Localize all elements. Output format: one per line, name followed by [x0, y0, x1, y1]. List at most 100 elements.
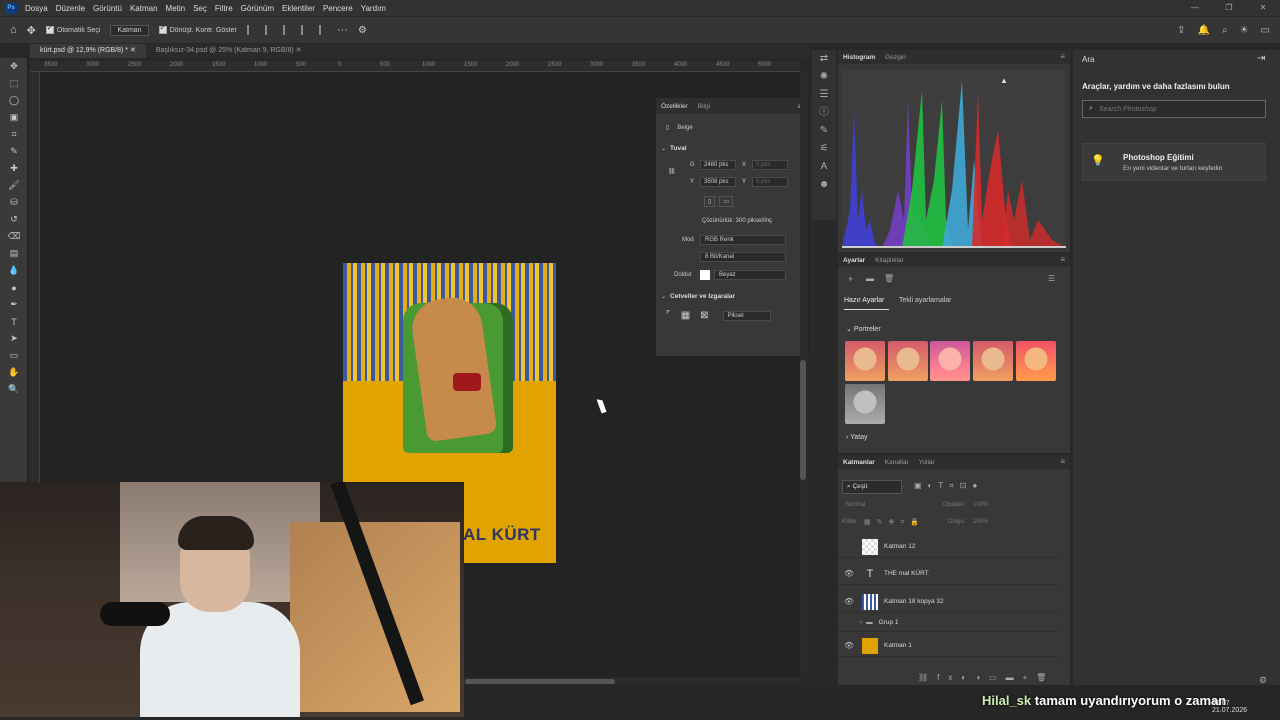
tab-kurt-psd[interactable]: kürt.psd @ 12,9% (RGB/8) * ✕	[30, 44, 146, 58]
menu-dosya[interactable]: Dosya	[25, 4, 48, 13]
menu-duzenle[interactable]: Düzenle	[56, 4, 85, 13]
home-icon[interactable]: ⌂	[10, 24, 17, 36]
height-input[interactable]: 3508 pks	[700, 177, 736, 187]
menu-goruntu[interactable]: Görüntü	[93, 4, 122, 13]
tab-histogram[interactable]: Histogram	[843, 54, 875, 61]
menu-yardim[interactable]: Yardım	[361, 4, 386, 13]
brush-settings-icon[interactable]: ✎	[812, 122, 836, 140]
preset-thumbnail[interactable]	[1016, 341, 1056, 381]
panel-menu-icon[interactable]: ≡	[1060, 457, 1065, 466]
eye-icon[interactable]: 👁	[842, 597, 856, 606]
menu-metin[interactable]: Metin	[166, 4, 186, 13]
move-tool-icon[interactable]: ✥	[0, 58, 28, 75]
show-transform-checkbox[interactable]	[158, 24, 167, 34]
stamp-tool-icon[interactable]: ⛁	[0, 194, 28, 211]
tab-adjustments[interactable]: Ayarlar	[843, 257, 865, 264]
blend-mode-dropdown[interactable]: Normal	[846, 502, 865, 508]
hand-tool-icon[interactable]: ✋	[0, 364, 28, 381]
eye-icon[interactable]: 👁	[842, 569, 856, 578]
learn-card[interactable]: 💡 Photoshop Eğitimi En yeni videolar ve …	[1082, 143, 1266, 181]
dodge-tool-icon[interactable]: ●	[0, 279, 28, 296]
gradient-tool-icon[interactable]: ▤	[0, 245, 28, 262]
menu-eklentiler[interactable]: Eklentiler	[282, 4, 315, 13]
portrait-icon[interactable]: ▯	[704, 196, 716, 207]
settings-icon[interactable]: ⚙	[358, 25, 367, 36]
width-input[interactable]: 2480 pks	[700, 160, 736, 170]
bit-depth-dropdown[interactable]: 8 Bit/Kanal	[700, 252, 786, 262]
horizontal-scroll-thumb[interactable]	[465, 679, 615, 684]
preset-thumbnail[interactable]	[930, 341, 970, 381]
layer-row[interactable]: 👁 T THE mal KÜRT	[838, 563, 1060, 585]
eraser-tool-icon[interactable]: ⌫	[0, 228, 28, 245]
close-icon[interactable]: ✕	[1246, 0, 1280, 16]
layers-footer-icons[interactable]: ⛓fx◐◑▭▬+🗑	[918, 673, 1055, 682]
tab-single-adjustments[interactable]: Tekli ayarlamalar	[899, 297, 952, 304]
layer-row[interactable]: 👁 Katman 18 kopya 32	[838, 591, 1060, 613]
layer-group-row[interactable]: › ▬ Grup 1	[838, 614, 1060, 632]
preset-thumbnail[interactable]	[888, 341, 928, 381]
preset-thumbnail[interactable]	[973, 341, 1013, 381]
search-icon[interactable]: ⌕	[1222, 25, 1228, 36]
pen-tool-icon[interactable]: ✒	[0, 296, 28, 313]
distribute-icon[interactable]	[318, 25, 329, 35]
auto-select-checkbox[interactable]	[45, 24, 54, 34]
preset-thumbnail-bw[interactable]	[845, 384, 885, 424]
tab-basliksiz-34[interactable]: Başlıksız-34.psd @ 25% (Katman 9, RGB/8)…	[146, 44, 312, 58]
panel-menu-icon[interactable]: ≡	[1060, 255, 1065, 264]
warning-icon[interactable]: ▲	[1000, 76, 1008, 85]
lasso-tool-icon[interactable]: ◯	[0, 92, 28, 109]
actions-icon[interactable]: ⇄	[812, 50, 836, 68]
healing-tool-icon[interactable]: ✚	[0, 160, 28, 177]
menu-katman[interactable]: Katman	[130, 4, 158, 13]
folder-icon[interactable]: ▬	[866, 274, 874, 283]
tab-layers[interactable]: Katmanlar	[843, 459, 875, 466]
preset-thumbnail[interactable]	[845, 341, 885, 381]
panel-menu-icon[interactable]: ≡	[1060, 52, 1065, 61]
properties-icon[interactable]: ☰	[812, 86, 836, 104]
list-view-icon[interactable]: ☰	[1048, 274, 1055, 283]
mode-dropdown[interactable]: RGB Renk	[700, 235, 786, 245]
add-icon[interactable]: +	[848, 274, 853, 284]
guides-icon[interactable]: ⊠	[700, 310, 708, 321]
lock-icons[interactable]: ▦✎✥⌗🔒	[864, 518, 925, 527]
info-icon[interactable]: ⓘ	[812, 104, 836, 122]
unit-dropdown[interactable]: Piksel	[722, 310, 771, 321]
landscape-icon[interactable]: ▭	[719, 196, 733, 207]
tab-paths[interactable]: Yollar	[919, 459, 935, 466]
people-icon[interactable]: ☻	[812, 176, 836, 194]
layer-filter-dropdown[interactable]: ⌕ Çeşit	[842, 480, 902, 494]
tab-channels[interactable]: Kanallar	[885, 459, 909, 466]
align-right-icon[interactable]	[282, 25, 293, 35]
notification-icon[interactable]: 🔔	[1198, 25, 1210, 36]
fill-input[interactable]: 100%	[973, 519, 988, 525]
landscape-group[interactable]: › Yatay	[846, 434, 868, 441]
discover-icon[interactable]: ☀	[1240, 25, 1249, 36]
chevron-right-icon[interactable]: ›	[860, 619, 862, 626]
maximize-icon[interactable]: ❐	[1212, 0, 1246, 16]
layer-row[interactable]: Katman 12	[838, 536, 1060, 558]
grid-icon[interactable]: ▦	[681, 310, 690, 321]
move-tool-icon[interactable]: ✥	[27, 24, 36, 37]
trash-icon[interactable]: 🗑	[884, 274, 894, 283]
workspace-icon[interactable]: ▭	[1261, 25, 1270, 36]
minimize-icon[interactable]: —	[1178, 0, 1212, 16]
crop-tool-icon[interactable]: ⌗	[0, 126, 28, 143]
close-tab-icon[interactable]: ✕	[130, 47, 136, 54]
blur-tool-icon[interactable]: 💧	[0, 262, 28, 279]
ruler-icon[interactable]: ⌜	[666, 310, 671, 321]
menu-sec[interactable]: Seç	[193, 4, 207, 13]
eyedropper-tool-icon[interactable]: ✎	[0, 143, 28, 160]
layer-row[interactable]: 👁 Katman 1	[838, 635, 1060, 657]
history-brush-icon[interactable]: ↺	[0, 211, 28, 228]
marquee-tool-icon[interactable]: ⬚	[0, 75, 28, 92]
auto-select-option[interactable]: Otomatik Seçi	[45, 24, 100, 34]
portraits-group[interactable]: ⌄ Portreler	[846, 325, 881, 333]
type-tool-icon[interactable]: T	[0, 313, 28, 330]
tab-info[interactable]: Bilgi	[698, 103, 710, 110]
fill-swatch[interactable]	[700, 270, 710, 280]
tab-libraries[interactable]: Kitaplıklar	[875, 257, 904, 264]
tab-properties[interactable]: Özellikler	[661, 103, 688, 110]
auto-select-target-dropdown[interactable]: Katman	[110, 24, 149, 36]
adjust-icon[interactable]: ✺	[812, 68, 836, 86]
layer-filter-icons[interactable]: ▣◐T⌗⊡●	[914, 481, 983, 491]
